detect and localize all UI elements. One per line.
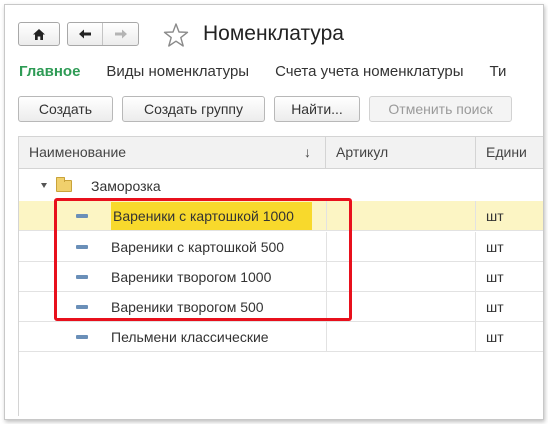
column-name-label: Наименование [29, 144, 127, 160]
row-unit: шт [486, 208, 504, 224]
home-button[interactable] [18, 22, 60, 46]
arrow-right-icon [114, 29, 127, 39]
tab-item-types[interactable]: Виды номенклатуры [106, 63, 249, 80]
toolbar: Создать Создать группу Найти... Отменить… [18, 96, 521, 122]
table-header: Наименование ↓ Артикул Едини [19, 137, 543, 169]
forward-button[interactable] [103, 23, 138, 45]
annotation-highlight [54, 198, 352, 321]
tab-item-accounts[interactable]: Счета учета номенклатуры [275, 63, 463, 80]
row-unit: шт [486, 299, 504, 315]
row-unit: шт [486, 239, 504, 255]
cancel-search-button: Отменить поиск [369, 96, 512, 122]
column-header-article[interactable]: Артикул [326, 137, 476, 168]
home-icon [33, 28, 45, 40]
arrow-left-icon [79, 29, 91, 39]
star-icon[interactable] [163, 22, 189, 48]
back-button[interactable] [68, 23, 104, 45]
row-unit: шт [486, 269, 504, 285]
history-nav [67, 22, 139, 46]
tab-more[interactable]: Ти [490, 63, 507, 80]
folder-icon [56, 177, 72, 192]
item-icon [76, 335, 88, 339]
tab-main[interactable]: Главное [19, 63, 80, 80]
expand-triangle-icon[interactable] [41, 183, 47, 188]
row-unit: шт [486, 329, 504, 345]
create-button[interactable]: Создать [18, 96, 113, 122]
row-name: Пельмени классические [111, 329, 269, 345]
sort-down-icon: ↓ [304, 144, 311, 160]
app-window: Номенклатура Главное Виды номенклатуры С… [4, 4, 544, 420]
find-button[interactable]: Найти... [274, 96, 360, 122]
column-header-name[interactable]: Наименование ↓ [19, 137, 326, 168]
column-header-unit[interactable]: Едини [476, 137, 543, 168]
create-group-button[interactable]: Создать группу [122, 96, 265, 122]
title-bar: Номенклатура [5, 5, 543, 61]
table-row[interactable]: Пельмени классические шт [19, 322, 543, 352]
row-article [326, 322, 476, 352]
page-title: Номенклатура [203, 22, 344, 45]
section-tabs: Главное Виды номенклатуры Счета учета но… [19, 63, 532, 80]
